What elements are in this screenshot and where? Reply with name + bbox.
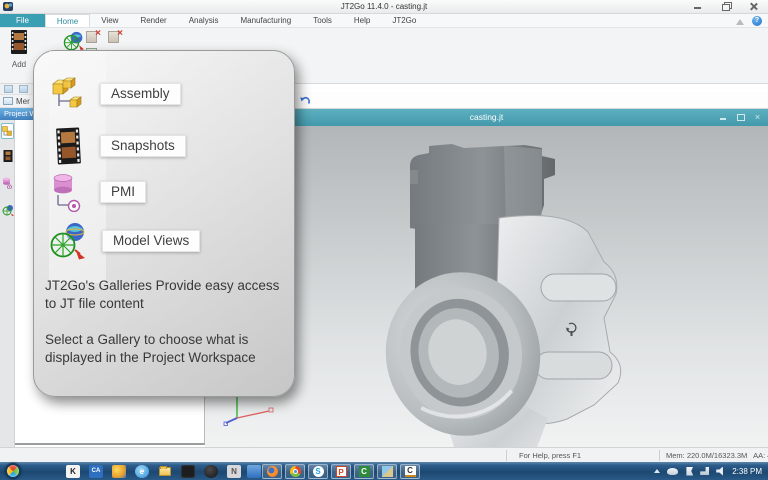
- c-underline-icon: C: [404, 465, 416, 477]
- app-k-icon[interactable]: K: [66, 464, 80, 478]
- pmi-label[interactable]: PMI: [100, 181, 147, 203]
- pmi-icon: [53, 174, 81, 212]
- panel-window-icon: [3, 97, 13, 105]
- app-ca-icon[interactable]: CA: [89, 464, 103, 478]
- pmi-mini-icon: [3, 177, 12, 189]
- red-x-icon: ×: [95, 28, 101, 39]
- system-tray: 2:38 PM: [654, 462, 768, 480]
- camera-app-icon[interactable]: [181, 464, 195, 478]
- document-title: casting.jt: [469, 112, 504, 122]
- network-icon[interactable]: [700, 467, 710, 475]
- clock-time[interactable]: 2:38 PM: [732, 467, 762, 476]
- doc-close-icon[interactable]: ×: [753, 113, 762, 122]
- doc-maximize-icon[interactable]: [736, 113, 745, 121]
- help-icon[interactable]: ?: [752, 16, 762, 26]
- ribbon-tab-bar: File Home View Render Analysis Manufactu…: [0, 14, 768, 28]
- status-memory-text: Mem: 220.0M/16323.3M AA: 4 (HW: [666, 451, 768, 460]
- undo-icon[interactable]: [299, 95, 311, 106]
- pmi-gallery-mini-button[interactable]: [1, 175, 14, 191]
- internet-explorer-icon[interactable]: e: [135, 464, 149, 478]
- clock-app-icon[interactable]: [204, 464, 218, 478]
- action-center-flag-icon[interactable]: [685, 466, 694, 476]
- folder-icon: [159, 465, 171, 476]
- dock-window-icon[interactable]: [4, 85, 13, 93]
- gallery-item-pmi[interactable]: PMI: [50, 172, 147, 212]
- status-divider: [506, 450, 507, 461]
- image-app-taskbar-button[interactable]: [377, 463, 397, 479]
- assembly-mini-icon: [2, 125, 12, 136]
- tab-tools[interactable]: Tools: [302, 14, 343, 27]
- tab-manufacturing[interactable]: Manufacturing: [229, 14, 302, 27]
- windows-explorer-icon[interactable]: [158, 465, 172, 478]
- red-x-icon: ×: [117, 28, 123, 39]
- tab-jt2go[interactable]: JT2Go: [381, 14, 427, 27]
- doc-minimize-icon[interactable]: [719, 113, 728, 121]
- skype-icon: S: [312, 465, 324, 477]
- status-bar: For Help, press F1 Mem: 220.0M/16323.3M …: [0, 447, 768, 462]
- model-views-icon: [50, 223, 85, 260]
- gallery-item-model-views[interactable]: Model Views: [50, 221, 201, 261]
- rotate-cursor-icon: [566, 322, 577, 336]
- delete-snapshot-button[interactable]: ×: [86, 28, 101, 45]
- snapshots-gallery-mini-button[interactable]: [1, 148, 14, 164]
- snapshots-icon: [56, 127, 81, 165]
- tab-view[interactable]: View: [90, 14, 129, 27]
- tab-help[interactable]: Help: [343, 14, 381, 27]
- powerpoint-taskbar-button[interactable]: P: [331, 463, 351, 479]
- galleries-tooltip-popup: Assembly Snapshots PMI Model Views JT2Go…: [33, 50, 295, 397]
- delete-all-snapshots-button[interactable]: ×: [108, 28, 123, 45]
- gallery-item-assembly[interactable]: Assembly: [50, 75, 181, 113]
- assembly-icon: [52, 77, 82, 108]
- tab-analysis[interactable]: Analysis: [178, 14, 230, 27]
- c-app-taskbar-button[interactable]: C: [400, 463, 420, 479]
- assembly-gallery-mini-button[interactable]: [1, 123, 14, 139]
- ribbon-collapse-icon[interactable]: [736, 18, 744, 25]
- status-divider: [659, 450, 660, 461]
- tab-file[interactable]: File: [0, 14, 45, 27]
- tab-home[interactable]: Home: [44, 14, 91, 27]
- assembly-label[interactable]: Assembly: [100, 83, 181, 105]
- window-titlebar: JT2Go 11.4.0 - casting.jt: [0, 0, 768, 14]
- model-views-gallery-mini-button[interactable]: [1, 202, 14, 218]
- filmstrip-icon: [11, 30, 27, 54]
- snapshots-mini-icon: [3, 150, 12, 162]
- onenote-icon[interactable]: N: [227, 464, 241, 478]
- windows-taskbar: K CA e N S P C C 2:38 PM: [0, 462, 768, 480]
- add-button-label: Add: [11, 60, 27, 69]
- volume-icon[interactable]: [716, 466, 723, 476]
- chrome-taskbar-button[interactable]: [285, 463, 305, 479]
- camtasia-taskbar-button[interactable]: C: [354, 463, 374, 479]
- start-button[interactable]: [5, 463, 21, 479]
- popup-paragraph-2: Select a Gallery to choose what is displ…: [45, 332, 256, 365]
- image-icon: [381, 465, 393, 477]
- firefox-icon: [266, 465, 278, 477]
- snapshots-label[interactable]: Snapshots: [100, 135, 186, 157]
- measurement-toolbar-label: Mer: [16, 96, 30, 106]
- paint-app-icon[interactable]: [112, 464, 126, 478]
- close-icon[interactable]: [748, 2, 760, 11]
- window-title: JT2Go 11.4.0 - casting.jt: [340, 1, 428, 11]
- app-window-icon[interactable]: [247, 464, 261, 478]
- powerpoint-icon: P: [335, 465, 347, 477]
- skype-taskbar-button[interactable]: S: [308, 463, 328, 479]
- status-help-text: For Help, press F1: [519, 451, 582, 460]
- restore-icon[interactable]: [720, 2, 732, 11]
- firefox-taskbar-button[interactable]: [262, 463, 282, 479]
- popup-paragraph-1: JT2Go's Galleries Provide easy access to…: [45, 278, 280, 311]
- model-views-mini-icon: [2, 205, 14, 216]
- model-views-ribbon-icon[interactable]: [63, 31, 85, 51]
- cloud-tray-icon[interactable]: [667, 467, 679, 475]
- layout-icon[interactable]: [19, 85, 28, 93]
- gallery-selector-strip: [0, 120, 15, 447]
- tab-render[interactable]: Render: [129, 14, 177, 27]
- add-snapshot-button[interactable]: Add: [6, 30, 32, 69]
- model-views-label[interactable]: Model Views: [102, 230, 201, 252]
- minimize-icon[interactable]: [692, 2, 704, 11]
- chrome-icon: [289, 465, 301, 477]
- gallery-item-snapshots[interactable]: Snapshots: [50, 127, 186, 165]
- tray-expand-icon[interactable]: [654, 469, 661, 473]
- camtasia-icon: C: [358, 465, 370, 477]
